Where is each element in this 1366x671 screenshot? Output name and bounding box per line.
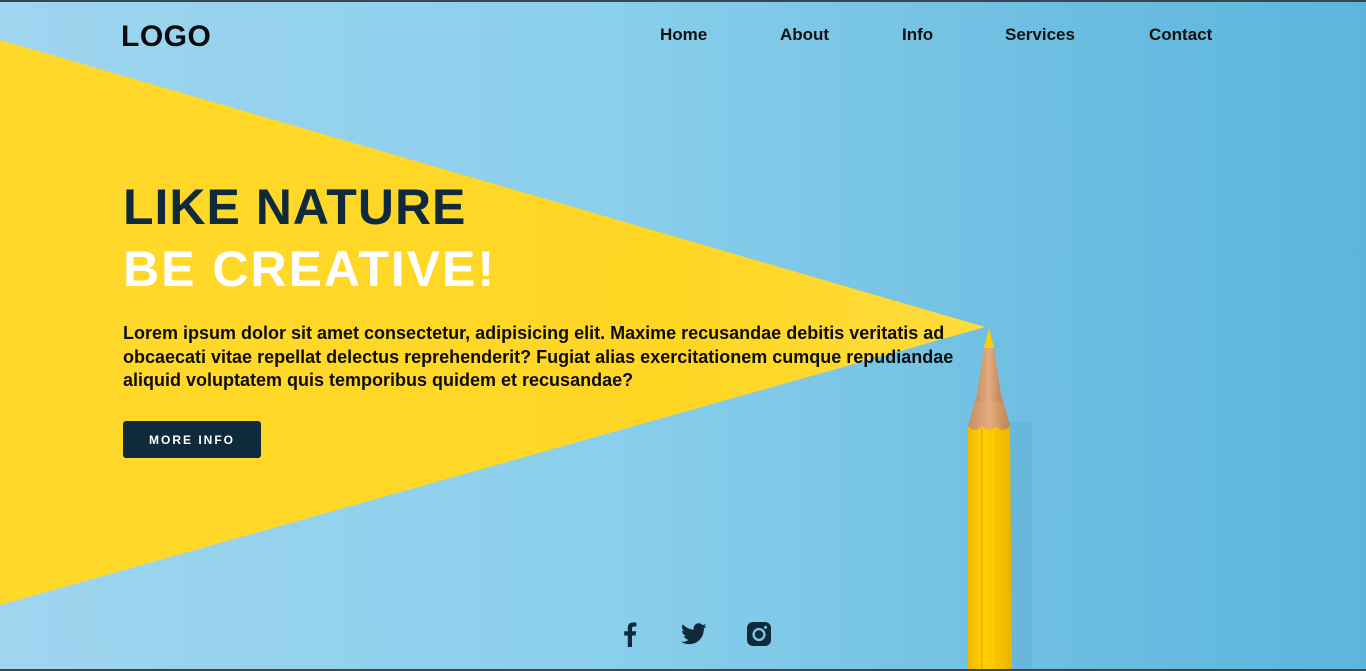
pencil-tip <box>976 348 1002 402</box>
facebook-link[interactable] <box>616 620 644 648</box>
pencil-body <box>968 426 1012 669</box>
nav-contact[interactable]: Contact <box>1149 25 1212 45</box>
main-nav: Home About Info Services Contact <box>0 25 1366 47</box>
instagram-link[interactable] <box>745 620 773 648</box>
hero-description: Lorem ipsum dolor sit amet consectetur, … <box>123 323 954 390</box>
more-info-button[interactable]: MORE INFO <box>123 421 261 458</box>
nav-info[interactable]: Info <box>902 25 933 45</box>
hero-headline-primary: LIKE NATURE <box>123 179 467 235</box>
twitter-link[interactable] <box>680 620 708 648</box>
facebook-icon <box>624 622 637 647</box>
nav-about[interactable]: About <box>780 25 829 45</box>
nav-home[interactable]: Home <box>660 25 707 45</box>
hero-headline-secondary: BE CREATIVE! <box>123 241 497 297</box>
nav-services[interactable]: Services <box>1005 25 1075 45</box>
twitter-icon <box>681 623 707 645</box>
instagram-icon <box>747 622 771 646</box>
